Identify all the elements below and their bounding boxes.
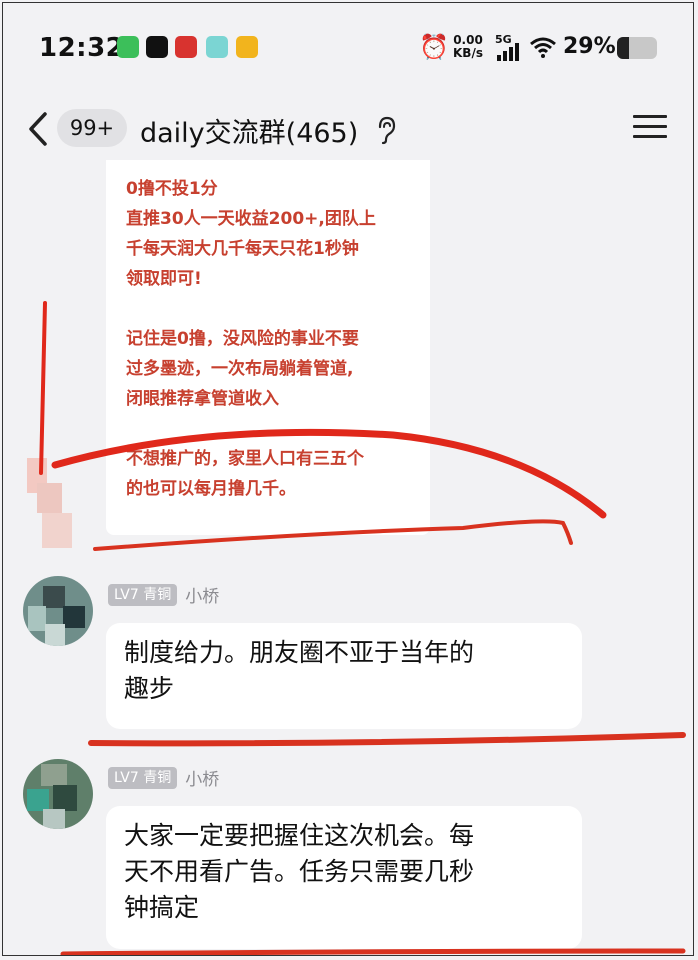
signal-icon — [497, 43, 523, 61]
card-line: 记住是0撸，没风险的事业不要 — [126, 329, 359, 349]
message-text: 钟搞定 — [124, 893, 200, 922]
status-time: 12:32 — [39, 33, 125, 63]
back-arrow-icon[interactable] — [23, 109, 53, 149]
message-bubble[interactable]: 大家一定要把握住这次机会。每 天不用看广告。任务只需要几秒 钟搞定 — [106, 806, 582, 949]
yellow-app-icon — [236, 36, 258, 58]
message-meta: LV7 青铜 小桥 — [108, 582, 219, 607]
sender-name[interactable]: 小桥 — [185, 582, 219, 607]
battery-icon — [617, 37, 657, 59]
message-image-card[interactable]: 0撸不投1分 直推30人一天收益200+,团队上 千每天润大几千每天只花1秒钟 … — [106, 160, 430, 535]
net-speed: 0.00 KB/s — [453, 34, 483, 60]
net-speed-unit: KB/s — [453, 46, 483, 60]
cyan-app-icon — [206, 36, 228, 58]
alarm-icon: ⏰ — [419, 33, 449, 61]
chat-header: 99+ daily交流群(465) — [3, 95, 693, 163]
battery-percent: 29% — [563, 34, 616, 59]
unread-badge[interactable]: 99+ — [57, 109, 127, 147]
group-title[interactable]: daily交流群(465) — [140, 111, 358, 150]
card-text: 0撸不投1分 直推30人一天收益200+,团队上 千每天润大几千每天只花1秒钟 … — [126, 174, 416, 504]
card-line: 不想推广的，家里人口有三五个 — [126, 449, 364, 469]
wifi-icon — [530, 37, 556, 58]
menu-icon[interactable] — [633, 113, 667, 141]
level-badge: LV7 青铜 — [108, 766, 178, 789]
avatar[interactable] — [23, 576, 93, 646]
red-app-icon — [175, 36, 197, 58]
card-line: 千每天润大几千每天只花1秒钟 — [126, 239, 359, 259]
card-line: 的也可以每月撸几千。 — [126, 479, 296, 499]
avatar[interactable] — [23, 759, 93, 829]
card-line: 领取即可! — [126, 269, 202, 289]
wechat-icon — [117, 36, 139, 58]
screenshot-frame: 12:32 ⏰ 0.00 KB/s 5G 29% 99+ daily交流群(46… — [2, 2, 694, 956]
status-bar: 12:32 ⏰ 0.00 KB/s 5G 29% — [3, 3, 693, 95]
message-bubble[interactable]: 制度给力。朋友圈不亚于当年的 趣步 — [106, 623, 582, 729]
blurred-avatar — [27, 458, 87, 558]
card-line: 闭眼推荐拿管道收入 — [126, 389, 279, 409]
annotation-vertical-stroke — [39, 301, 47, 475]
message-text: 大家一定要把握住这次机会。每 — [124, 821, 475, 850]
card-line: 0撸不投1分 — [126, 179, 218, 199]
message-text: 制度给力。朋友圈不亚于当年的 — [124, 638, 475, 667]
battery-fill — [617, 37, 629, 59]
card-line: 过多墨迹，一次布局躺着管道, — [126, 359, 354, 379]
card-line: 直推30人一天收益200+,团队上 — [126, 209, 376, 229]
earpiece-icon[interactable] — [375, 115, 397, 145]
capcut-icon — [146, 36, 168, 58]
message-text: 天不用看广告。任务只需要几秒 — [124, 857, 475, 886]
message-text: 趣步 — [124, 674, 175, 703]
level-badge: LV7 青铜 — [108, 583, 178, 606]
annotation-underline — [60, 948, 686, 955]
message-meta: LV7 青铜 小桥 — [108, 765, 219, 790]
sender-name[interactable]: 小桥 — [185, 765, 219, 790]
annotation-underline — [88, 732, 686, 747]
